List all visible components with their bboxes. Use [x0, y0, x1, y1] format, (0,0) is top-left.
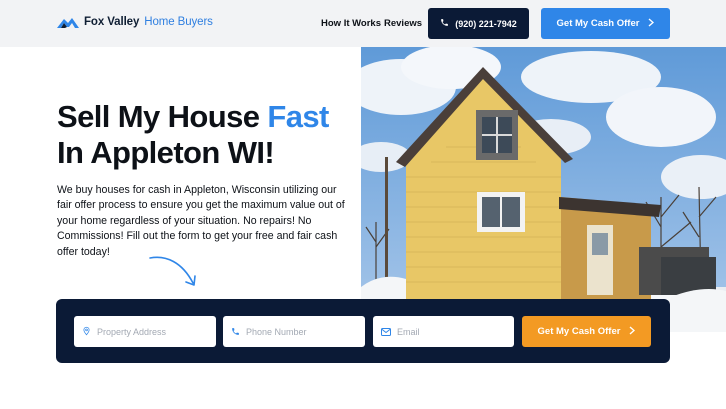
phone-icon: [440, 18, 449, 29]
roof-logo-icon: [57, 17, 79, 28]
logo-primary-text: Fox Valley: [84, 16, 140, 28]
envelope-icon: [381, 323, 391, 341]
headline-line2: In Appleton WI!: [57, 135, 275, 170]
get-cash-offer-button[interactable]: Get My Cash Offer: [541, 8, 670, 39]
offer-form: Get My Cash Offer: [56, 299, 670, 363]
phone-number: (920) 221-7942: [455, 18, 517, 29]
email-field[interactable]: [373, 316, 514, 347]
submit-label: Get My Cash Offer: [537, 326, 621, 337]
phone-input[interactable]: [246, 326, 365, 337]
logo[interactable]: Fox Valley Home Buyers: [57, 16, 213, 28]
hero-headline: Sell My House Fast In Appleton WI!: [57, 99, 347, 171]
chevron-right-icon: [648, 17, 655, 30]
site-header: Fox Valley Home Buyers How It Works Revi…: [0, 0, 726, 47]
get-cash-offer-label: Get My Cash Offer: [556, 18, 640, 29]
email-input[interactable]: [397, 326, 514, 337]
nav-how-it-works[interactable]: How It Works: [321, 18, 381, 29]
chevron-right-icon: [629, 325, 636, 338]
headline-accent: Fast: [267, 99, 329, 134]
nav-reviews[interactable]: Reviews: [384, 18, 422, 29]
hero-paragraph: We buy houses for cash in Appleton, Wisc…: [57, 184, 345, 258]
map-pin-icon: [82, 323, 91, 341]
phone-button[interactable]: (920) 221-7942: [428, 8, 529, 39]
address-input[interactable]: [97, 326, 216, 337]
phone-field[interactable]: [223, 316, 365, 347]
logo-secondary-text: Home Buyers: [144, 16, 213, 28]
phone-icon: [231, 323, 240, 341]
headline-part1: Sell My House: [57, 99, 268, 134]
address-field[interactable]: [74, 316, 216, 347]
submit-cash-offer-button[interactable]: Get My Cash Offer: [522, 316, 651, 347]
curved-arrow-icon: [148, 254, 200, 295]
house-photo: [361, 47, 726, 332]
